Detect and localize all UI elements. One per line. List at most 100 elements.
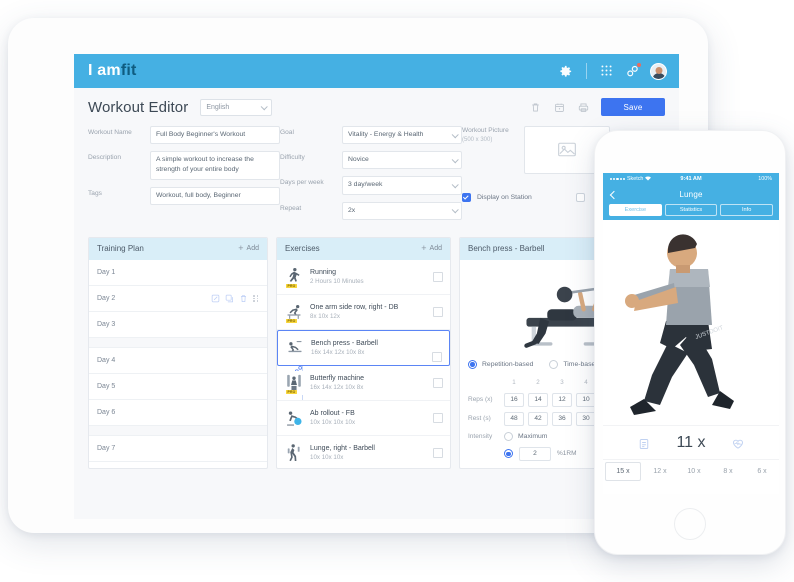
language-value: English bbox=[206, 103, 230, 111]
reps-input[interactable]: 12 bbox=[552, 392, 572, 407]
plus-icon: + bbox=[238, 243, 244, 254]
table-row[interactable]: Day 1 bbox=[89, 260, 267, 286]
add-day-label: Add bbox=[246, 245, 259, 253]
note-icon[interactable] bbox=[638, 437, 650, 449]
exercise-checkbox[interactable] bbox=[433, 271, 443, 282]
delete-icon[interactable] bbox=[239, 294, 248, 303]
list-item[interactable]: Ab rollout - FB 10x 10x 10x 10x bbox=[277, 401, 450, 436]
exercise-checkbox[interactable] bbox=[433, 412, 443, 423]
gear-icon[interactable] bbox=[558, 64, 573, 79]
phone-home-button[interactable] bbox=[674, 508, 706, 540]
radio-intensity-rm[interactable] bbox=[504, 449, 513, 459]
workout-name-input[interactable]: Full Body Beginner's Workout bbox=[150, 126, 280, 145]
rep-count: 11 x bbox=[676, 433, 706, 451]
screenshot-stage: I amfit Workout Editor English Save Work… bbox=[0, 0, 794, 582]
notification-badge bbox=[637, 62, 641, 67]
exercise-name: One arm side row, right - DB bbox=[310, 304, 399, 312]
tab-exercise[interactable]: Exercise bbox=[609, 204, 662, 216]
rest-input[interactable]: 42 bbox=[528, 411, 548, 426]
status-battery: 100% bbox=[758, 176, 772, 182]
rest-input[interactable]: 36 bbox=[552, 411, 572, 426]
exercise-checkbox[interactable] bbox=[433, 377, 443, 388]
phone-nav-bar: Lunge bbox=[603, 185, 779, 204]
difficulty-select[interactable]: Novice bbox=[342, 151, 462, 170]
display-on-station-checkbox[interactable] bbox=[462, 193, 471, 202]
rm-value-input[interactable]: 2 bbox=[519, 446, 551, 461]
phone-device: Sketch 9:41 AM 100% Lunge Exercise Stati… bbox=[594, 130, 786, 555]
form-column-middle: Goal Vitality - Energy & Health Difficul… bbox=[280, 126, 462, 227]
table-row[interactable]: Day 7 bbox=[89, 436, 267, 462]
list-item[interactable]: PRO One arm side row, right - DB 8x 10x … bbox=[277, 295, 450, 330]
printer-icon[interactable] bbox=[577, 101, 590, 114]
edit-icon[interactable] bbox=[211, 294, 220, 303]
exercise-meta: Butterfly machine 16x 14x 12x 10x 8x bbox=[310, 374, 427, 391]
goal-select[interactable]: Vitality - Energy & Health bbox=[342, 126, 462, 145]
link-badge-icon[interactable] bbox=[625, 62, 641, 79]
trash-icon[interactable] bbox=[529, 101, 542, 114]
rest-input[interactable]: 48 bbox=[504, 411, 524, 426]
radio-icon bbox=[468, 359, 477, 369]
detail-title: Bench press - Barbell bbox=[468, 244, 545, 254]
radio-intensity-maximum[interactable]: Maximum bbox=[504, 431, 547, 441]
days-per-week-select[interactable]: 3 day/week bbox=[342, 176, 462, 195]
phone-set-options: 15 x 12 x 10 x 8 x 6 x bbox=[603, 459, 779, 483]
phone-status-bar: Sketch 9:41 AM 100% bbox=[603, 173, 779, 185]
exercise-thumbnail: PRO bbox=[284, 264, 304, 289]
set-option-12x[interactable]: 12 x bbox=[643, 468, 677, 475]
save-button[interactable]: Save bbox=[601, 98, 665, 116]
set-option-15x[interactable]: 15 x bbox=[605, 462, 641, 481]
table-row[interactable]: Day 5 bbox=[89, 374, 267, 400]
radio-repetition-based[interactable]: Repetition-based bbox=[468, 359, 533, 369]
table-row[interactable]: Day 2 bbox=[89, 286, 267, 312]
field-label: Description bbox=[88, 154, 121, 162]
exercise-thumbnail bbox=[284, 440, 304, 465]
apps-grid-icon[interactable] bbox=[600, 64, 615, 79]
exercise-checkbox[interactable] bbox=[432, 351, 442, 362]
table-row[interactable]: Day 6 bbox=[89, 400, 267, 426]
add-exercise-label: Add bbox=[429, 245, 442, 253]
list-item-selected[interactable]: Bench press - Barbell 16x 14x 12x 10x 8x bbox=[277, 329, 450, 373]
day-row-actions bbox=[211, 294, 259, 303]
app-logo[interactable]: I amfit bbox=[88, 62, 137, 80]
reps-input[interactable]: 10 bbox=[576, 392, 596, 407]
phone-screen: Sketch 9:41 AM 100% Lunge Exercise Stati… bbox=[603, 173, 779, 494]
heart-rate-icon[interactable] bbox=[732, 437, 744, 449]
chevron-left-icon[interactable] bbox=[609, 190, 619, 199]
set-option-8x[interactable]: 8 x bbox=[711, 468, 745, 475]
day-label: Day 7 bbox=[97, 444, 116, 452]
exercise-checkbox[interactable] bbox=[433, 306, 443, 317]
tab-info[interactable]: Info bbox=[720, 204, 774, 216]
secondary-checkbox[interactable] bbox=[575, 193, 585, 202]
duplicate-icon[interactable] bbox=[225, 294, 234, 303]
drag-handle-icon[interactable] bbox=[253, 294, 259, 303]
radio-icon bbox=[504, 431, 513, 441]
tags-input[interactable]: Workout, full body, Beginner bbox=[150, 186, 280, 205]
calendar-icon[interactable] bbox=[553, 101, 566, 114]
reps-input[interactable]: 16 bbox=[504, 392, 524, 407]
radio-time-based[interactable]: Time-based bbox=[549, 359, 599, 369]
form-column-left: Workout Name Full Body Beginner's Workou… bbox=[88, 126, 280, 227]
field-label: Repeat bbox=[280, 204, 302, 212]
table-row[interactable]: Day 4 bbox=[89, 348, 267, 374]
table-row[interactable]: Day 3 bbox=[89, 312, 267, 338]
set-number: 4 bbox=[584, 379, 588, 387]
tab-statistics[interactable]: Statistics bbox=[664, 204, 718, 216]
add-exercise-button[interactable]: + Add bbox=[421, 244, 442, 253]
repeat-select[interactable]: 2x bbox=[342, 201, 462, 220]
list-item[interactable]: Lunge, right - Barbell 10x 10x 10x bbox=[277, 436, 450, 468]
exercise-checkbox[interactable] bbox=[433, 447, 443, 458]
repeat-value: 2x bbox=[348, 206, 356, 214]
avatar[interactable] bbox=[650, 62, 667, 80]
set-option-10x[interactable]: 10 x bbox=[677, 468, 711, 475]
add-day-button[interactable]: + Add bbox=[238, 244, 259, 253]
language-select[interactable]: English bbox=[200, 98, 273, 116]
reps-input[interactable]: 14 bbox=[528, 392, 548, 407]
exercise-sets: 10x 10x 10x 10x bbox=[310, 419, 356, 427]
list-item[interactable]: PRO Butterfly machine 16x 14x 12x 10x 8x bbox=[277, 365, 450, 401]
field-label: Difficulty bbox=[280, 154, 305, 162]
description-input[interactable]: A simple workout to increase the strengt… bbox=[150, 151, 280, 180]
list-item[interactable]: PRO Running 2 Hours 10 Minutes bbox=[277, 260, 450, 295]
picture-label-text: Workout Picture bbox=[462, 127, 509, 134]
rest-input[interactable]: 30 bbox=[576, 411, 596, 426]
set-option-6x[interactable]: 6 x bbox=[745, 468, 779, 475]
